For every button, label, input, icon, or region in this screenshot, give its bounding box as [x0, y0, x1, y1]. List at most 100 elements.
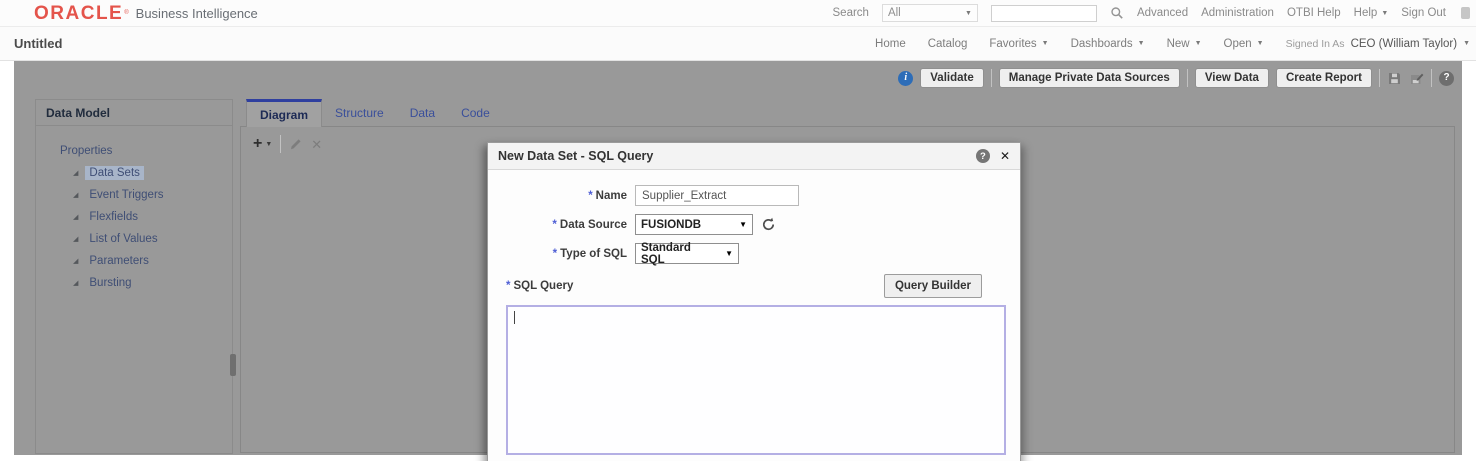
tree-expand-icon[interactable]: ◢: [73, 169, 78, 177]
name-field-row: * Name: [488, 185, 1020, 206]
tree-item-label: Flexfields: [89, 211, 138, 223]
tab-structure[interactable]: Structure: [322, 99, 397, 127]
query-builder-button[interactable]: Query Builder: [883, 274, 982, 298]
dialog-header[interactable]: New Data Set - SQL Query ? ✕: [488, 143, 1020, 170]
current-user: CEO (William Taylor): [1350, 37, 1458, 50]
tree-expand-icon[interactable]: ◢: [73, 213, 78, 221]
nav-catalog-label: Catalog: [927, 37, 968, 50]
data-source-value: FUSIONDB: [641, 218, 702, 231]
global-links: Search All ▼ Advanced Administration OTB…: [832, 4, 1470, 22]
tree-expand-icon[interactable]: ◢: [73, 191, 78, 199]
info-icon: i: [898, 70, 914, 86]
delete-icon[interactable]: ✕: [311, 138, 322, 151]
tab-diagram-label: Diagram: [260, 107, 309, 122]
type-of-sql-field-label: * Type of SQL: [488, 248, 627, 260]
edit-icon[interactable]: [289, 137, 303, 151]
registered-mark: ®: [124, 10, 129, 16]
name-input[interactable]: [635, 185, 799, 206]
save-icon[interactable]: [1387, 71, 1402, 86]
nav-open-label: Open: [1223, 37, 1252, 50]
nav-new[interactable]: New ▼: [1167, 38, 1202, 50]
chevron-down-icon: ▼: [725, 249, 733, 258]
data-model-tree: Properties ◢ Data Sets ◢ Event Triggers …: [36, 126, 232, 294]
tree-item-parameters[interactable]: ◢ Parameters: [36, 250, 232, 272]
toolbar-separator: [1379, 69, 1380, 87]
tree-item-properties[interactable]: Properties: [36, 140, 232, 162]
data-source-label-text: Data Source: [559, 218, 627, 231]
save-as-icon[interactable]: [1409, 71, 1424, 86]
tab-structure-label: Structure: [335, 106, 384, 120]
signed-in-menu[interactable]: Signed In As CEO (William Taylor) ▼: [1286, 38, 1470, 50]
nav-new-label: New: [1166, 37, 1190, 50]
nav-favorites[interactable]: Favorites ▼: [989, 38, 1048, 50]
data-model-workspace: i Validate Manage Private Data Sources V…: [14, 61, 1462, 461]
data-model-panel-title: Data Model: [36, 100, 232, 126]
brand-header: ORACLE ® Business Intelligence Search Al…: [0, 0, 1476, 27]
page-title: Untitled: [14, 36, 63, 51]
nav-home-label: Home: [875, 37, 906, 50]
tab-code-label: Code: [461, 106, 490, 120]
panel-splitter-handle[interactable]: [230, 354, 236, 376]
new-data-set-dialog: New Data Set - SQL Query ? ✕ * Name Supp…: [487, 142, 1021, 461]
toolbar-separator: [1431, 69, 1432, 87]
tree-item-label: Bursting: [89, 277, 132, 289]
search-input[interactable]: [990, 4, 1097, 22]
tree-item-label: Event Triggers: [89, 189, 164, 201]
chevron-down-icon: ▼: [965, 9, 972, 17]
dialog-help-icon[interactable]: ?: [975, 149, 990, 163]
tab-data[interactable]: Data: [397, 99, 448, 127]
editor-toolbar: i Validate Manage Private Data Sources V…: [898, 68, 1454, 88]
search-label: Search: [832, 7, 869, 19]
create-report-button[interactable]: Create Report: [1275, 68, 1372, 88]
sql-query-textarea[interactable]: [506, 305, 1006, 455]
tab-diagram[interactable]: Diagram: [246, 99, 323, 127]
validate-button[interactable]: Validate: [920, 68, 984, 88]
plus-icon: +: [253, 135, 263, 152]
help-menu[interactable]: Help ▼: [1354, 7, 1389, 19]
nav-catalog[interactable]: Catalog: [928, 38, 968, 50]
search-scope-select[interactable]: All ▼: [881, 4, 978, 22]
view-data-button[interactable]: View Data: [1194, 68, 1269, 88]
tree-item-label: List of Values: [89, 233, 158, 245]
nav-open[interactable]: Open ▼: [1224, 38, 1264, 50]
chevron-down-icon: ▼: [265, 140, 273, 148]
text-cursor: [514, 311, 515, 324]
sign-out-link[interactable]: Sign Out: [1401, 7, 1446, 19]
tree-expand-icon[interactable]: ◢: [73, 279, 78, 287]
tree-item-bursting[interactable]: ◢ Bursting: [36, 272, 232, 294]
toolbar-separator: [280, 135, 282, 153]
sql-query-header-row: * SQL Query Query Builder: [488, 274, 1020, 298]
type-of-sql-select[interactable]: Standard SQL ▼: [635, 242, 739, 266]
chevron-down-icon: ▼: [1381, 9, 1389, 17]
manage-private-data-sources-button[interactable]: Manage Private Data Sources: [998, 68, 1180, 88]
dialog-body: *Name *Data Source FUSIONDB ▼: [488, 170, 1020, 455]
nav-dashboards-label: Dashboards: [1070, 37, 1133, 50]
dialog-title: New Data Set - SQL Query: [498, 149, 654, 163]
product-name: Business Intelligence: [135, 5, 258, 21]
chevron-down-icon: ▼: [1137, 40, 1145, 47]
advanced-link[interactable]: Advanced: [1137, 7, 1188, 19]
search-icon[interactable]: [1110, 6, 1124, 20]
refresh-icon[interactable]: [761, 217, 776, 232]
tree-item-flexfields[interactable]: ◢ Flexfields: [36, 206, 232, 228]
administration-link[interactable]: Administration: [1201, 7, 1274, 19]
toolbar-separator: [1186, 69, 1188, 87]
dialog-close-icon[interactable]: ✕: [1000, 149, 1010, 163]
tree-expand-icon[interactable]: ◢: [73, 257, 78, 265]
required-marker: *: [552, 247, 558, 260]
tree-item-event-triggers[interactable]: ◢ Event Triggers: [36, 184, 232, 206]
nav-home[interactable]: Home: [875, 38, 906, 50]
help-icon[interactable]: ?: [1439, 70, 1454, 86]
nav-dashboards[interactable]: Dashboards ▼: [1071, 38, 1145, 50]
data-source-select[interactable]: FUSIONDB ▼: [635, 214, 753, 235]
tree-item-data-sets[interactable]: ◢ Data Sets: [36, 162, 232, 184]
tree-item-label: Properties: [60, 145, 113, 157]
tab-code[interactable]: Code: [448, 99, 503, 127]
otbi-help-link[interactable]: OTBI Help: [1287, 7, 1341, 19]
clipped-edge-icon: [1461, 7, 1470, 19]
search-scope-value: All: [887, 7, 901, 19]
tree-expand-icon[interactable]: ◢: [73, 235, 78, 243]
data-source-field-row: * Data Source FUSIONDB ▼: [488, 214, 1020, 235]
add-dataset-menu-button[interactable]: + ▼: [253, 136, 272, 152]
tree-item-list-of-values[interactable]: ◢ List of Values: [36, 228, 232, 250]
